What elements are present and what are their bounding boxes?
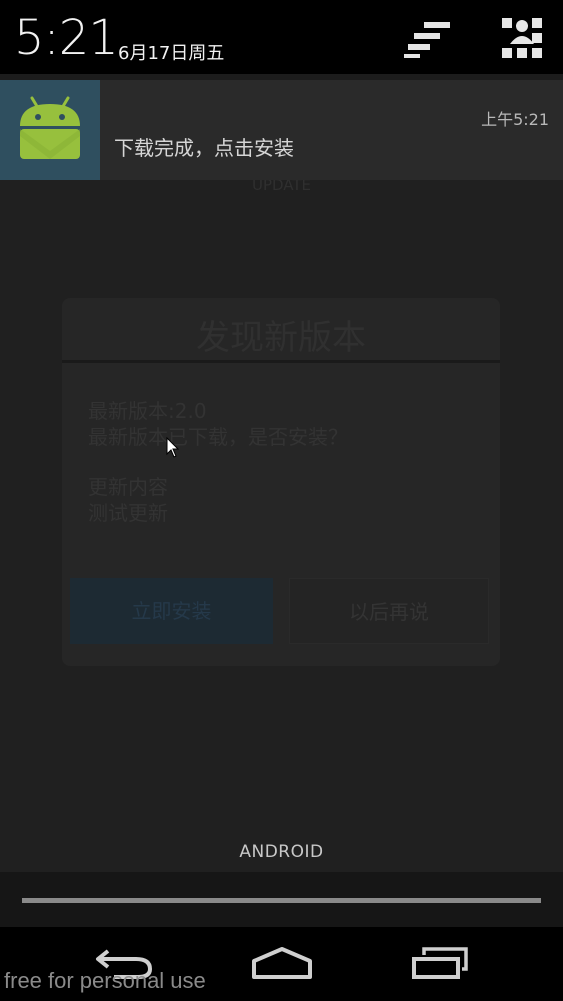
dialog-divider [62, 360, 500, 363]
notification-text: 下载完成，点击安装 [114, 136, 294, 160]
shade-header: 5:21 6月17日周五 [0, 0, 563, 80]
android-robot-icon [20, 96, 80, 159]
update-dialog: 发现新版本 最新版本:2.0 最新版本已下载，是否安装？ 更新内容 测试更新 立… [62, 298, 500, 666]
clear-all-icon[interactable] [400, 18, 454, 60]
mouse-cursor-icon [166, 437, 180, 458]
dialog-prompt-line: 最新版本已下载，是否安装？ [88, 425, 348, 449]
dialog-changelog-heading: 更新内容 [88, 475, 168, 499]
quick-settings-icon[interactable] [500, 16, 544, 60]
install-now-button: 立即安装 [70, 578, 273, 644]
dialog-title: 发现新版本 [196, 318, 366, 358]
notification-icon-area [0, 80, 100, 180]
date[interactable]: 6月17日周五 [118, 39, 224, 65]
recents-icon[interactable] [408, 943, 472, 983]
dialog-body: 最新版本:2.0 最新版本已下载，是否安装？ 更新内容 测试更新 [88, 398, 348, 526]
download-notification[interactable]: 下载完成，点击安装 上午5:21 [0, 80, 563, 180]
carrier-label: ANDROID [239, 842, 324, 862]
shade-handle-bar[interactable] [22, 898, 541, 903]
dialog-version-line: 最新版本:2.0 [88, 399, 207, 423]
clock: 5:21 [14, 10, 119, 66]
home-icon[interactable] [250, 943, 314, 983]
dialog-changelog-text: 测试更新 [88, 501, 168, 525]
watermark: free for personal use [4, 968, 206, 993]
shade-handle[interactable] [0, 872, 563, 927]
notification-time: 上午5:21 [481, 110, 549, 129]
later-button: 以后再说 [289, 578, 489, 644]
